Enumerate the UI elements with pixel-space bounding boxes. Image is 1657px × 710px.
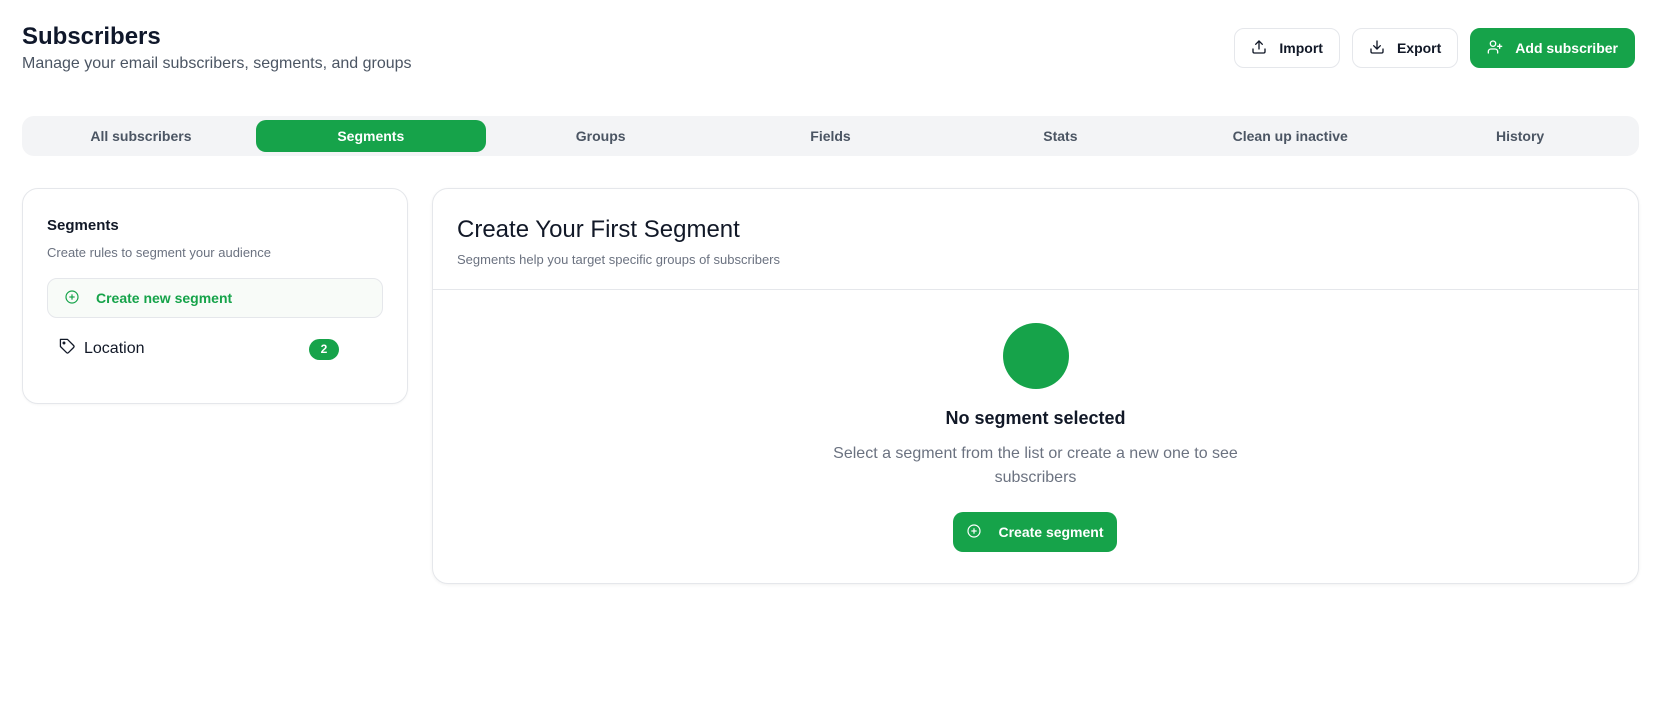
tab-stats[interactable]: Stats [945,120,1175,152]
sidebar-title: Segments [47,217,119,234]
plus-circle-icon [966,523,982,542]
tab-segments[interactable]: Segments [255,120,486,152]
plus-circle-icon [64,289,80,308]
create-new-segment-button[interactable]: Create new segment [47,278,383,318]
empty-state-title: No segment selected [945,408,1126,428]
header-actions: Import Export Add subscriber [1234,28,1635,68]
page-header: Subscribers Manage your email subscriber… [22,22,1635,82]
create-new-segment-label: Create new segment [96,290,233,306]
user-plus-icon [1487,39,1503,58]
tab-bar: All subscribers Segments Groups Fields S… [22,116,1639,156]
segments-sidebar: Segments Create rules to segment your au… [22,188,408,404]
create-segment-button[interactable]: Create segment [953,512,1117,552]
segment-detail-subtitle: Segments help you target specific groups… [457,252,781,267]
sidebar-subtitle: Create rules to segment your audience [47,245,272,260]
segment-detail-card: Create Your First Segment Segments help … [432,188,1639,584]
import-label: Import [1279,40,1323,56]
subscribers-page: Subscribers Manage your email subscriber… [0,0,1657,710]
empty-state-illustration [1003,323,1069,389]
create-segment-label: Create segment [998,524,1104,540]
add-subscriber-label: Add subscriber [1515,40,1618,56]
upload-icon [1251,39,1267,58]
export-button[interactable]: Export [1351,28,1459,68]
empty-state: No segment selected Select a segment fro… [433,290,1638,583]
tab-clean-up-inactive[interactable]: Clean up inactive [1175,120,1405,152]
tab-groups[interactable]: Groups [486,120,716,152]
segment-item-location[interactable]: Location 2 [47,338,383,360]
tab-history[interactable]: History [1405,120,1635,152]
segment-detail-title: Create Your First Segment [457,216,740,243]
download-icon [1369,39,1385,58]
tag-icon [59,338,76,360]
segment-item-label: Location [84,340,145,357]
segment-detail-header: Create Your First Segment Segments help … [433,189,1638,290]
add-subscriber-button[interactable]: Add subscriber [1470,28,1635,68]
empty-state-text: Select a segment from the list or create… [833,445,1238,486]
tab-fields[interactable]: Fields [716,120,946,152]
segment-count-badge: 2 [309,338,339,360]
tab-all-subscribers[interactable]: All subscribers [26,120,256,152]
import-button[interactable]: Import [1234,28,1340,68]
export-label: Export [1396,40,1442,56]
